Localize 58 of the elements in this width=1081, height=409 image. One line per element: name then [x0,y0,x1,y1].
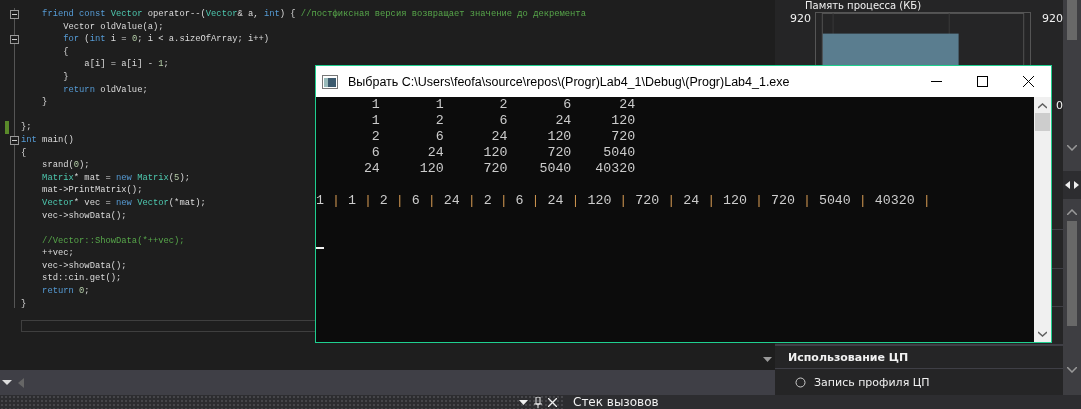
console-line: 1 1 2 6 24 [370,97,636,113]
scroll-down-icon[interactable] [1067,367,1077,373]
code-line: Matrix* mat = new Matrix(5); [41,171,190,185]
code-line: Vector* vec = new Vector(*mat); [41,196,206,210]
tab-scroll-arrows-icon[interactable] [1064,181,1080,189]
code-line: } [62,70,69,84]
scroll-thumb[interactable] [1067,0,1077,40]
console-line: 1 | 1 | 2 | 6 | 24 | 2 | 6 | 24 | 120 | 720 | 24 | 120 | 720 | 5040 | 40320 | [316,193,931,209]
console-line: 1 2 6 24 120 [370,113,636,129]
text-cursor [316,247,324,249]
scroll-up-icon[interactable] [1067,209,1077,215]
scroll-down-icon[interactable] [1067,145,1077,151]
maximize-icon [976,76,988,87]
code-line: for (int i = 0; i < a.sizeOfArray; i++) [62,33,270,46]
code-line: Vector oldValue(a); [62,20,164,34]
scroll-thumb[interactable] [1067,221,1077,326]
code-line: mat->PrintMatrix(); [41,184,143,197]
code-line: //Vector::ShowData(*++vec); [41,234,185,248]
code-line: }; [21,121,32,134]
code-line: int main() [21,133,74,147]
collapse-icon[interactable] [10,135,19,145]
scroll-thumb[interactable] [1035,113,1050,131]
code-line: return 0; [41,285,90,298]
axis-label: 920 [1042,12,1063,25]
code-line: std::cin.get(); [41,272,122,286]
code-line: { [62,45,69,59]
code-line: a[i] = a[i] - 1; [83,58,169,71]
window-title: Выбрать C:\Users\feofa\source\repos\(Progr)Lab4_1\Debug\(Progr)Lab4_1.exe [347,74,791,89]
code-line: friend const Vector operator--(Vector& a, int) { //постфиксная версия возвращает значение до декремента [41,8,586,21]
code-line: } [41,96,48,109]
console-line: 24 120 720 5040 40320 [362,161,636,177]
code-line: ++vec; [41,247,74,260]
dropdown-icon[interactable] [2,380,12,385]
section-header: Использование ЦП [775,345,1063,369]
radio-icon[interactable] [795,376,806,388]
code-line: { [21,146,27,160]
code-line: } [21,297,27,311]
collapse-icon[interactable] [10,10,19,19]
radio-option[interactable]: Запись профиля ЦП [775,369,1063,395]
code-line: vec->showData(); [41,259,127,273]
console-line: 6 24 120 720 5040 [370,145,636,161]
close-icon[interactable] [548,397,557,407]
pin-icon[interactable] [534,396,542,408]
console-line: 2 6 24 120 720 [370,129,636,145]
dropdown-icon[interactable] [519,399,528,405]
panel-title: Память процесса (КБ) [804,0,923,12]
close-icon [1022,76,1034,87]
code-line: srand(0); [41,159,90,172]
code-line: vec->showData(); [41,209,127,223]
console-window-icon [322,74,338,89]
scroll-down-icon[interactable] [1038,331,1047,337]
scroll-down-icon[interactable] [763,357,772,362]
minimize-icon [930,81,942,82]
code-line: return oldValue; [62,83,148,97]
axis-label: 0 [1056,99,1063,112]
scroll-up-icon[interactable] [1038,103,1047,109]
collapse-icon[interactable] [10,35,19,45]
horizontal-scrollbar[interactable] [21,320,318,333]
